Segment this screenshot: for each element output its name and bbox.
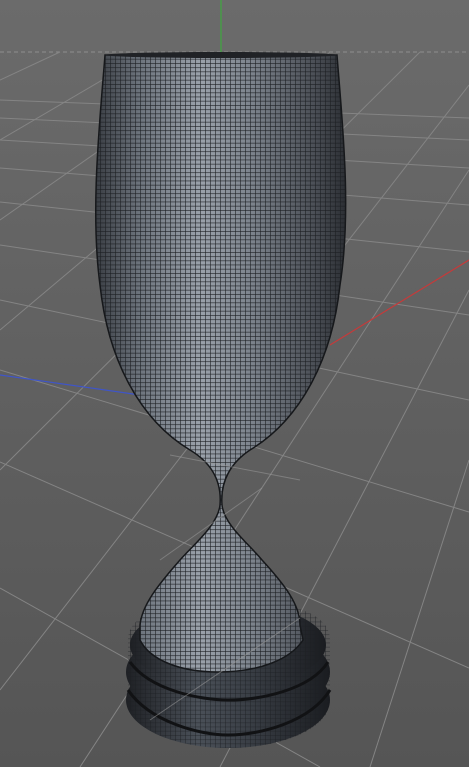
viewport-canvas[interactable] — [0, 0, 469, 767]
goblet-rim — [105, 52, 337, 58]
3d-viewport[interactable] — [0, 0, 469, 767]
